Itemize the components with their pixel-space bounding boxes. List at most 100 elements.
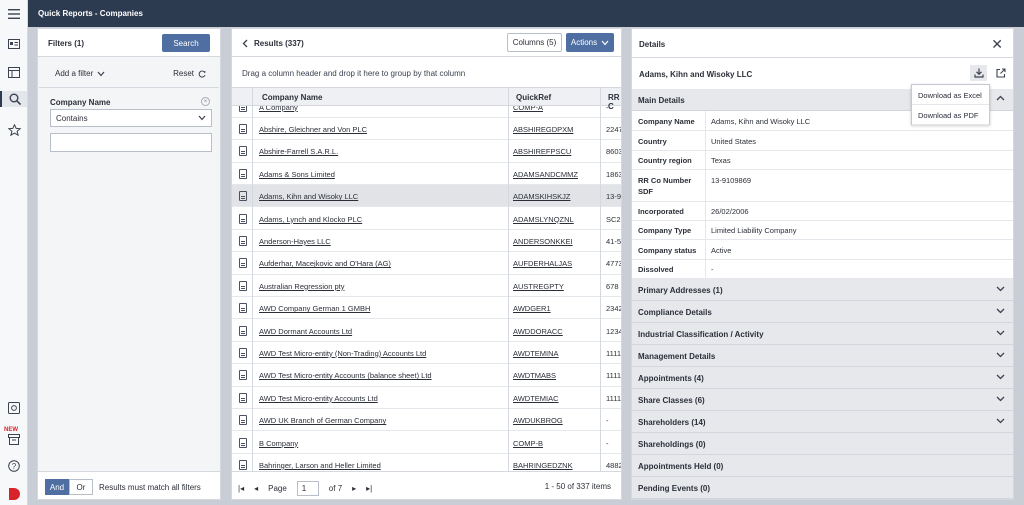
open-external-icon[interactable] [992, 65, 1009, 81]
quickref-link[interactable]: AWDTEMINA [513, 349, 559, 358]
table-row[interactable]: Adams, Lynch and Klocko PLC ADAMSLYNQZNL S… [232, 208, 621, 230]
help-icon[interactable]: ? [6, 458, 22, 474]
company-name-link[interactable]: Bahringer, Larson and Heller Limited [259, 461, 381, 470]
table-row[interactable]: AWD Company German 1 GMBH AWDGER1 2342 [232, 297, 621, 320]
table-row[interactable]: B Company COMP-B - [232, 432, 621, 454]
document-icon[interactable] [239, 437, 247, 448]
quickref-link[interactable]: AUSTREGPTY [513, 282, 564, 291]
table-icon[interactable] [6, 64, 22, 80]
document-icon[interactable] [239, 370, 247, 381]
detail-section[interactable]: Pending Events (0) [632, 477, 1013, 499]
table-row[interactable]: AWD Test Micro-entity Accounts (balance … [232, 364, 621, 387]
document-icon[interactable] [239, 123, 247, 134]
clear-filter-icon[interactable]: × [201, 97, 210, 106]
column-header-rr[interactable]: RR C [608, 93, 621, 111]
company-name-link[interactable]: Australian Regression pty [259, 282, 344, 291]
quickref-link[interactable]: ADAMSKIHSKJZ [513, 192, 571, 201]
company-name-link[interactable]: Adams, Lynch and Klocko PLC [259, 215, 362, 224]
table-row[interactable]: Anderson-Hayes LLC ANDERSONKKEI 41-5 [232, 230, 621, 253]
table-row[interactable]: Abshire, Gleichner and Von PLC ABSHIREGDP… [232, 118, 621, 141]
table-row[interactable]: AWD Test Micro-entity (Non-Trading) Acco… [232, 342, 621, 365]
table-row[interactable]: AWD UK Branch of German Company AWDUKBROG… [232, 409, 621, 432]
quickref-link[interactable]: COMP-B [513, 439, 543, 448]
search-icon[interactable] [0, 91, 27, 107]
company-name-link[interactable]: AWD Test Micro-entity Accounts (balance … [259, 371, 432, 380]
company-name-link[interactable]: AWD UK Branch of German Company [259, 416, 386, 425]
document-icon[interactable] [239, 213, 247, 224]
menu-icon[interactable] [6, 6, 22, 22]
download-excel-option[interactable]: Download as Excel [912, 85, 989, 105]
and-toggle[interactable]: And [45, 479, 69, 495]
document-icon[interactable] [239, 415, 247, 426]
quickref-link[interactable]: AWDTMABS [513, 371, 556, 380]
quickref-link[interactable]: AWDGER1 [513, 304, 551, 313]
company-name-link[interactable]: AWD Test Micro-entity (Non-Trading) Acco… [259, 349, 426, 358]
document-icon[interactable] [239, 258, 247, 269]
table-row[interactable]: Bahringer, Larson and Heller Limited BAHR… [232, 454, 621, 471]
document-icon[interactable] [239, 392, 247, 403]
prev-page-icon[interactable]: ◂ [254, 484, 258, 493]
first-page-icon[interactable]: |◂ [238, 484, 244, 493]
detail-section[interactable]: Shareholders (14) [632, 411, 1013, 433]
filter-text-input[interactable] [50, 133, 212, 152]
document-icon[interactable] [239, 459, 247, 470]
table-row[interactable]: Adams, Kihn and Wisoky LLC ADAMSKIHSKJZ 13… [232, 185, 621, 208]
or-toggle[interactable]: Or [69, 479, 93, 495]
archive-icon[interactable] [6, 431, 22, 447]
document-icon[interactable] [239, 235, 247, 246]
quickref-link[interactable]: BAHRINGEDZNK [513, 461, 573, 470]
detail-section[interactable]: Shareholdings (0) [632, 433, 1013, 455]
quickref-link[interactable]: AWDDORACC [513, 327, 563, 336]
table-row[interactable]: AWD Test Micro-entity Accounts Ltd AWDTEM… [232, 387, 621, 410]
quickref-link[interactable]: AWDUKBROG [513, 416, 563, 425]
columns-button[interactable]: Columns (5) [507, 33, 562, 52]
close-icon[interactable]: ✕ [991, 36, 1003, 53]
group-by-hint[interactable]: Drag a column header and drop it here to… [242, 69, 465, 78]
quickref-link[interactable]: ABSHIREFPSCU [513, 147, 571, 156]
star-icon[interactable] [6, 122, 22, 138]
operator-select[interactable]: Contains [50, 109, 212, 127]
detail-section[interactable]: Primary Addresses (1) [632, 279, 1013, 301]
document-icon[interactable] [239, 280, 247, 291]
page-input[interactable]: 1 [296, 481, 319, 496]
document-icon[interactable] [239, 303, 247, 314]
quickref-link[interactable]: ANDERSONKKEI [513, 237, 573, 246]
company-name-link[interactable]: AWD Dormant Accounts Ltd [259, 327, 352, 336]
settings-icon[interactable] [6, 400, 22, 416]
actions-button[interactable]: Actions [566, 33, 614, 52]
detail-section[interactable]: Management Details [632, 345, 1013, 367]
company-name-link[interactable]: Aufderhar, Macejkovic and O'Hara (AG) [259, 259, 391, 268]
detail-section[interactable]: Share Classes (6) [632, 389, 1013, 411]
reset-button[interactable]: Reset [173, 69, 206, 78]
table-row[interactable]: Abshire-Farrell S.A.R.L. ABSHIREFPSCU 8603 [232, 140, 621, 163]
document-icon[interactable] [239, 168, 247, 179]
table-row[interactable]: Aufderhar, Macejkovic and O'Hara (AG) AUF… [232, 252, 621, 275]
id-card-icon[interactable] [6, 36, 22, 52]
company-name-link[interactable]: Anderson-Hayes LLC [259, 237, 331, 246]
document-icon[interactable] [239, 146, 247, 157]
company-name-link[interactable]: AWD Company German 1 GMBH [259, 304, 370, 313]
company-name-link[interactable]: AWD Test Micro-entity Accounts Ltd [259, 394, 378, 403]
last-page-icon[interactable]: ▸| [366, 484, 372, 493]
add-filter-dropdown[interactable]: Add a filter [55, 69, 105, 78]
table-row[interactable]: Australian Regression pty AUSTREGPTY 678 2 [232, 275, 621, 298]
company-name-link[interactable]: Adams & Sons Limited [259, 170, 335, 179]
next-page-icon[interactable]: ▸ [352, 484, 356, 493]
quickref-link[interactable]: ABSHIREGDPXM [513, 125, 573, 134]
quickref-link[interactable]: AWDTEMIAC [513, 394, 559, 403]
company-name-link[interactable]: Abshire, Gleichner and Von PLC [259, 125, 367, 134]
chevron-left-icon[interactable] [242, 39, 248, 48]
company-name-link[interactable]: Abshire-Farrell S.A.R.L. [259, 147, 338, 156]
detail-section[interactable]: Industrial Classification / Activity [632, 323, 1013, 345]
quickref-link[interactable]: AUFDERHALJAS [513, 259, 572, 268]
detail-section[interactable]: Appointments (4) [632, 367, 1013, 389]
table-row[interactable]: AWD Dormant Accounts Ltd AWDDORACC 1234 [232, 320, 621, 342]
table-row[interactable]: Adams & Sons Limited ADAMSANDCMMZ 1863 [232, 163, 621, 186]
quickref-link[interactable]: ADAMSANDCMMZ [513, 170, 578, 179]
company-name-link[interactable]: Adams, Kihn and Wisoky LLC [259, 192, 358, 201]
column-header-quickref[interactable]: QuickRef [516, 93, 551, 102]
download-icon[interactable] [970, 65, 987, 81]
search-button[interactable]: Search [162, 34, 210, 52]
download-pdf-option[interactable]: Download as PDF [912, 105, 989, 125]
column-header-company-name[interactable]: Company Name [262, 93, 322, 102]
